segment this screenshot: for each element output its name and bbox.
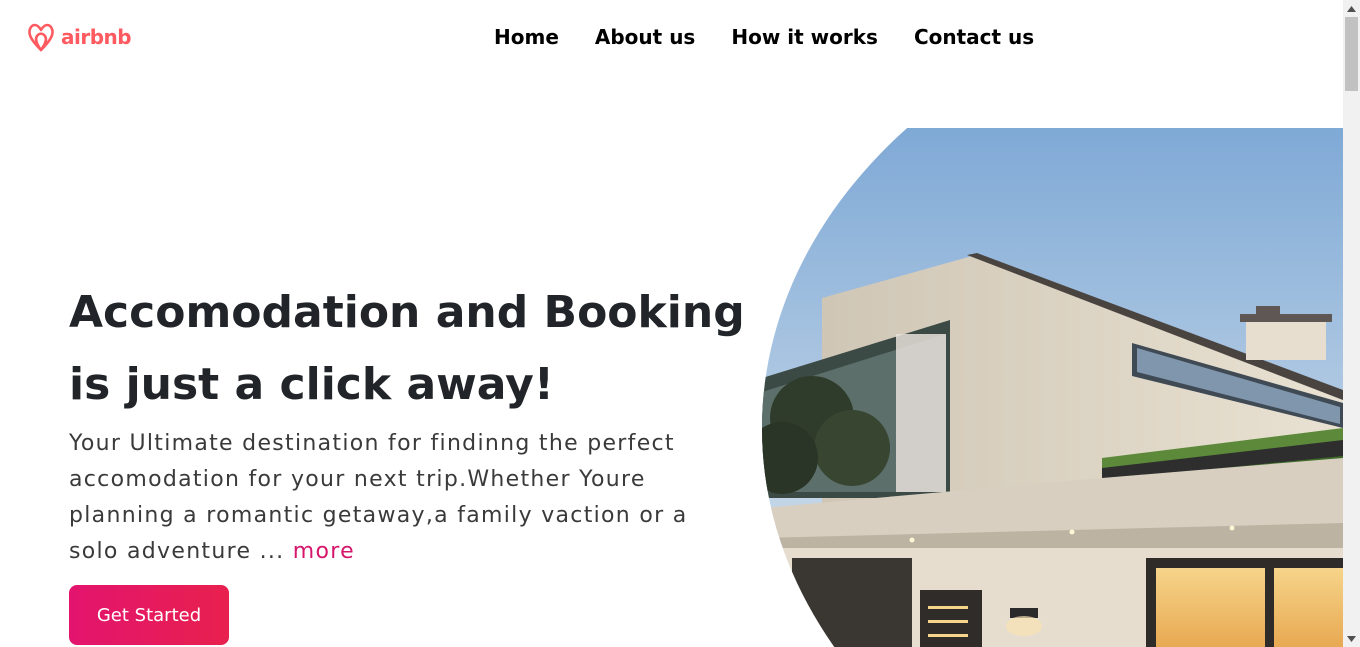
airbnb-logo[interactable]: airbnb <box>26 20 132 54</box>
scroll-down-arrow-icon[interactable] <box>1343 630 1360 647</box>
get-started-button[interactable]: Get Started <box>69 585 229 645</box>
hero-image <box>762 128 1343 647</box>
nav-contact-us[interactable]: Contact us <box>914 25 1034 49</box>
nav-about-us[interactable]: About us <box>595 25 695 49</box>
main-nav: Home About us How it works Contact us <box>494 25 1070 49</box>
hero-title-line1: Accomodation and Booking <box>69 287 745 338</box>
hero-description: Your Ultimate destination for findinng t… <box>69 426 709 570</box>
nav-how-it-works[interactable]: How it works <box>731 25 878 49</box>
hero-description-text: Your Ultimate destination for findinng t… <box>69 431 688 564</box>
brand-name: airbnb <box>61 25 132 49</box>
nav-home[interactable]: Home <box>494 25 559 49</box>
more-link[interactable]: more <box>293 539 355 564</box>
airbnb-logo-icon <box>28 23 54 52</box>
hero-title: Accomodation and Booking is just a click… <box>69 277 749 421</box>
modern-house-photo <box>762 128 1343 647</box>
hero-title-line2: is just a click away! <box>69 359 554 410</box>
scrollbar-thumb[interactable] <box>1345 17 1358 91</box>
page-scrollbar[interactable] <box>1343 0 1360 647</box>
navbar: airbnb Home About us How it works Contac… <box>0 0 1343 78</box>
scroll-up-arrow-icon[interactable] <box>1343 0 1360 17</box>
